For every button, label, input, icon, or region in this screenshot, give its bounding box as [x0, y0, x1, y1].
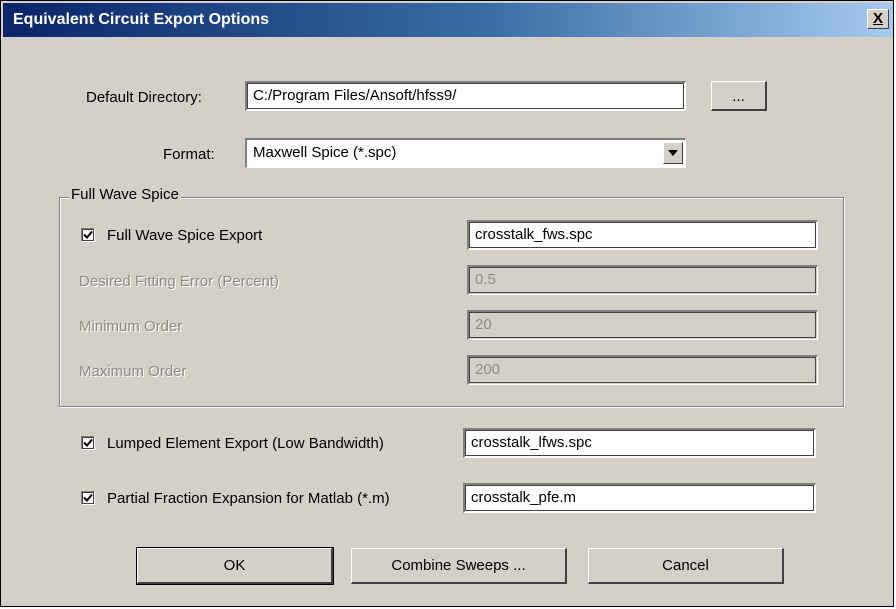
partial-fraction-label: Partial Fraction Expansion for Matlab (*… [107, 490, 390, 507]
minimum-order-label: Minimum Order [79, 318, 183, 335]
close-button[interactable]: X [867, 9, 889, 29]
format-selected-value: Maxwell Spice (*.spc) [253, 144, 397, 161]
export-options-dialog: Equivalent Circuit Export Options X Defa… [0, 0, 894, 607]
lumped-export-filename[interactable]: crosstalk_lfws.spc [463, 428, 816, 458]
format-label: Format: [163, 146, 215, 163]
full-wave-export-checkbox[interactable] [81, 228, 95, 242]
full-wave-export-label: Full Wave Spice Export [107, 227, 263, 244]
partial-fraction-filename[interactable]: crosstalk_pfe.m [463, 483, 816, 513]
full-wave-spice-group-title: Full Wave Spice [69, 186, 181, 203]
default-directory-label: Default Directory: [86, 89, 202, 106]
lumped-export-checkbox[interactable] [81, 436, 95, 450]
checkmark-icon [83, 230, 93, 239]
format-select[interactable]: Maxwell Spice (*.spc) [245, 138, 686, 168]
checkmark-icon [83, 493, 93, 502]
chevron-down-icon[interactable] [663, 142, 683, 164]
maximum-order-label: Maximum Order [79, 363, 187, 380]
combine-sweeps-button[interactable]: Combine Sweeps ... [351, 548, 567, 584]
fitting-error-input[interactable]: 0.5 [467, 265, 818, 295]
lumped-export-label: Lumped Element Export (Low Bandwidth) [107, 435, 384, 452]
minimum-order-input[interactable]: 20 [467, 310, 818, 340]
cancel-button[interactable]: Cancel [588, 548, 784, 584]
title-bar: Equivalent Circuit Export Options X [3, 3, 893, 37]
ok-button[interactable]: OK [136, 547, 334, 585]
default-directory-input[interactable]: C:/Program Files/Ansoft/hfss9/ [245, 81, 686, 111]
maximum-order-input[interactable]: 200 [467, 355, 818, 385]
full-wave-export-filename[interactable]: crosstalk_fws.spc [467, 220, 818, 250]
window-title: Equivalent Circuit Export Options [13, 11, 270, 28]
partial-fraction-checkbox[interactable] [81, 491, 95, 505]
close-icon: X [872, 10, 883, 27]
browse-button[interactable]: ... [711, 81, 767, 111]
checkmark-icon [83, 438, 93, 447]
fitting-error-label: Desired Fitting Error (Percent) [79, 273, 280, 290]
